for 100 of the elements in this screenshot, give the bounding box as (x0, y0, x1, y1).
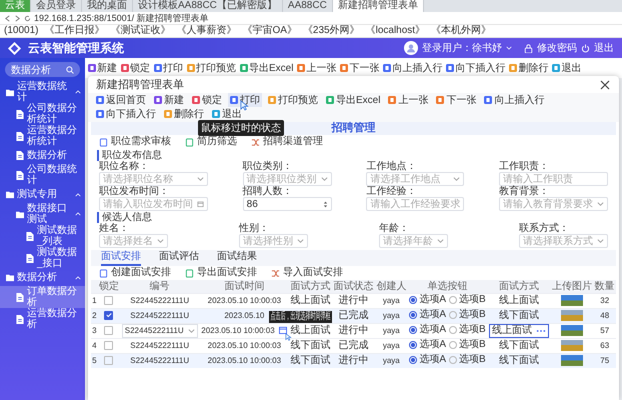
more-icon (536, 329, 546, 333)
bookmark-link[interactable]: 《人事薪资》 (176, 25, 236, 37)
tile-icon (88, 64, 96, 72)
bookmark-link[interactable]: 《工作日报》 (44, 25, 104, 37)
forward-icon[interactable] (14, 14, 21, 22)
dialog-title: 新建招聘管理表单 (96, 78, 185, 92)
toolbar-button[interactable]: 向下插入行 (455, 61, 506, 75)
toolbar-button[interactable]: 锁定 (130, 61, 150, 75)
checkbox[interactable] (104, 310, 114, 320)
radio-button[interactable]: 选项B (449, 354, 486, 366)
sidebar-item[interactable]: 测试数据_列表 (0, 225, 85, 247)
sidebar-item[interactable]: 数据分析 (0, 269, 85, 286)
bookmark-link[interactable]: 《235外网》 (302, 25, 360, 37)
reload-icon[interactable] (24, 14, 31, 22)
sidebar-item[interactable]: 运营数据分析 (0, 308, 85, 330)
radio-button[interactable]: 选项A (409, 339, 446, 351)
bookmark-link[interactable]: 《本机外网》 (431, 25, 492, 37)
select-field[interactable]: S22445222111U (122, 324, 198, 338)
caret-icon (188, 328, 195, 334)
radio-button[interactable]: 选项B (449, 324, 486, 336)
sidebar-item[interactable]: 数据接口测试 (0, 203, 85, 225)
toolbar-button[interactable]: 下一张 (349, 61, 380, 75)
toolbar-button[interactable]: 打印 (163, 61, 183, 75)
toolbar-button[interactable]: 向下插入行 (94, 107, 158, 121)
sidebar-item[interactable]: 公司数据统计 (0, 164, 85, 186)
input-field[interactable]: 线上面试 (489, 324, 550, 338)
toolbar-button[interactable]: 打印预览 (196, 61, 236, 75)
action-button[interactable]: 导入面试安排 (283, 267, 343, 279)
toolbar-button[interactable]: 退出 (561, 61, 582, 75)
toolbar-button[interactable]: 新建 (152, 93, 186, 107)
tile-icon (164, 110, 172, 118)
tab[interactable]: 面试评估 (159, 251, 199, 266)
caret-icon (297, 238, 304, 244)
cursor-icon (285, 333, 292, 341)
photo-placeholder (561, 340, 584, 351)
sidebar-item[interactable]: 订单数据分析 (0, 286, 85, 308)
toolbar-button[interactable]: 向上插入行 (482, 93, 546, 107)
change-password-link[interactable]: 修改密码 (537, 41, 577, 55)
address-field[interactable]: 192.168.1.235:88/15001/ 新建招聘管理表单 (34, 12, 209, 24)
toolbar-button[interactable]: 导出Excel (324, 93, 382, 107)
action-button[interactable]: 导出面试安排 (197, 267, 257, 279)
table-cell: 2023.05.10 10:00:03 (199, 354, 290, 368)
toolbar-button[interactable]: 下一张 (434, 93, 478, 107)
calendar-icon[interactable] (279, 326, 288, 334)
toolbar-button[interactable]: 上一张 (306, 61, 336, 75)
toolbar-button[interactable]: 删除行 (162, 107, 206, 121)
toolbar-button[interactable]: 锁定 (190, 93, 224, 107)
toolbar-button[interactable]: 退出 (210, 107, 244, 121)
toolbar-button[interactable]: 删除行 (518, 61, 548, 75)
bookmark-link[interactable]: 《宇宙OA》 (242, 25, 297, 37)
checkbox[interactable] (104, 356, 114, 365)
tab[interactable]: 面试安排 (101, 251, 141, 266)
sidebar-item[interactable]: 测试数据_接口 (0, 247, 85, 269)
action-button[interactable]: 创建面试安排 (111, 267, 171, 279)
tile-icon (230, 96, 238, 104)
tile-icon (436, 96, 444, 104)
radio-button[interactable]: 选项A (409, 294, 446, 306)
sidebar-item[interactable]: 运营数据分析统计 (0, 125, 85, 147)
logo-icon (8, 42, 21, 54)
checkbox[interactable] (104, 296, 114, 305)
sidebar-item[interactable]: 数据分析 (0, 147, 85, 164)
sidebar-item[interactable]: 测试专用 (0, 186, 85, 203)
toolbar-button[interactable]: 导出Excel (249, 61, 294, 75)
radio-button[interactable]: 选项B (449, 294, 486, 306)
tab[interactable]: 面试结果 (217, 251, 257, 266)
nav-link[interactable]: 职位需求审核 (111, 136, 171, 148)
logout-link[interactable]: 退出 (594, 41, 614, 55)
search-field[interactable]: 数据分析 (5, 62, 80, 77)
radio-button[interactable]: 选项A (409, 309, 446, 321)
table-cell: S22445222111U (120, 354, 200, 368)
toolbar-button[interactable]: 打印预览 (266, 93, 320, 107)
section-title: 候选人信息 (97, 212, 610, 223)
sidebar-item[interactable]: 运营数据统计 (0, 81, 85, 103)
table-cell: 进行中 (332, 354, 375, 368)
radio-button[interactable]: 选项A (409, 354, 446, 366)
bookmark-link[interactable]: 《测试证收》 (110, 25, 170, 37)
checkbox[interactable] (104, 340, 114, 350)
document-icon (99, 138, 108, 146)
document-icon (16, 110, 24, 118)
bookmark-link[interactable]: 《localhost》 (366, 25, 426, 37)
number-field[interactable]: 86 (242, 197, 332, 211)
column-header: 面试状态 (332, 280, 375, 294)
back-icon[interactable] (4, 14, 11, 22)
caret-icon (597, 238, 604, 244)
checkbox[interactable] (104, 326, 114, 335)
toolbar-button[interactable]: 返回首页 (94, 93, 148, 107)
toolbar-button[interactable]: 新建 (97, 61, 117, 75)
nav-link[interactable]: 招聘渠道管理 (263, 136, 323, 148)
user-menu[interactable]: 登录用户：徐书妤 (422, 41, 502, 55)
toolbar-button[interactable]: 上一张 (386, 93, 430, 107)
bookmark-link[interactable]: (10001) (4, 25, 38, 37)
radio-button[interactable]: 选项B (449, 309, 486, 321)
nav-link[interactable]: 简历筛选 (197, 136, 237, 148)
radio-button[interactable]: 选项A (409, 324, 446, 336)
table-cell: S22445222111U (120, 308, 200, 324)
avatar-icon (404, 41, 418, 55)
sidebar-item[interactable]: 公司数据分析统计 (0, 103, 85, 125)
toolbar-button[interactable]: 向上插入行 (392, 61, 442, 75)
close-button[interactable] (599, 78, 611, 90)
radio-button[interactable]: 选项B (449, 339, 486, 351)
